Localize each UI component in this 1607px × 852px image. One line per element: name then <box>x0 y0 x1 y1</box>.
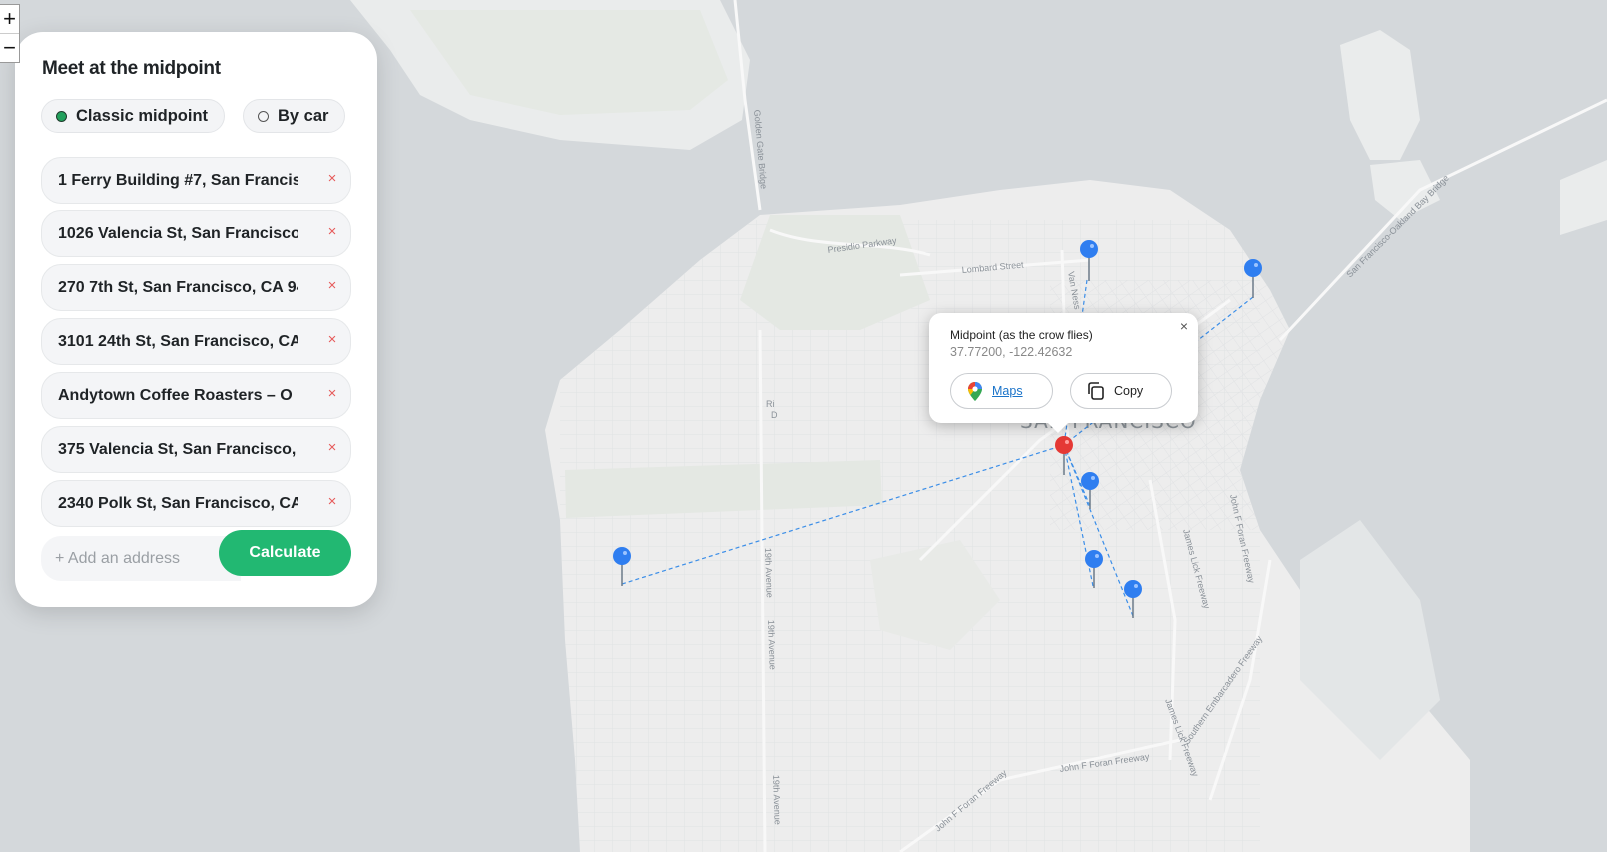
radio-selected-icon[interactable] <box>56 110 67 122</box>
zoom-out-button[interactable]: − <box>0 33 19 62</box>
address-item[interactable]: 270 7th St, San Francisco, CA 94103 × <box>41 264 351 311</box>
midpoint-panel: Meet at the midpoint Classic midpoint By… <box>15 32 377 607</box>
address-text: 375 Valencia St, San Francisco, CA 94103 <box>58 441 298 458</box>
copy-icon <box>1088 382 1104 400</box>
address-item[interactable]: 1 Ferry Building #7, San Francisco, CA 9… <box>41 157 351 204</box>
address-text: 1 Ferry Building #7, San Francisco, CA 9… <box>58 172 298 189</box>
label-nineteenth-2: 19th Avenue <box>766 620 778 670</box>
remove-address-icon[interactable]: × <box>324 278 340 294</box>
panel-title: Meet at the midpoint <box>42 58 221 79</box>
popup-coordinates: 37.77200, -122.42632 <box>950 345 1073 359</box>
google-maps-icon <box>968 381 982 401</box>
copy-label: Copy <box>1114 384 1144 398</box>
label-d: D <box>771 410 778 420</box>
mode-by-car[interactable]: By car <box>243 99 345 133</box>
address-item[interactable]: 1026 Valencia St, San Francisco, CA 9411… <box>41 210 351 257</box>
remove-address-icon[interactable]: × <box>324 494 340 510</box>
address-item[interactable]: Andytown Coffee Roasters – O × <box>41 372 351 419</box>
address-text: 2340 Polk St, San Francisco, CA 94109 <box>58 495 298 512</box>
label-ri: Ri <box>766 399 775 409</box>
mode-label: By car <box>278 106 329 125</box>
zoom-in-button[interactable]: + <box>0 5 19 33</box>
address-item[interactable]: 375 Valencia St, San Francisco, CA 94103… <box>41 426 351 473</box>
address-text: 3101 24th St, San Francisco, CA 94110 <box>58 333 298 350</box>
calculate-button[interactable]: Calculate <box>219 530 351 576</box>
maps-link[interactable]: Maps <box>992 384 1023 398</box>
address-item[interactable]: 3101 24th St, San Francisco, CA 94110 × <box>41 318 351 365</box>
remove-address-icon[interactable]: × <box>324 171 340 187</box>
address-item[interactable]: 2340 Polk St, San Francisco, CA 94109 × <box>41 480 351 527</box>
label-nineteenth-1: 19th Avenue <box>763 548 775 598</box>
remove-address-icon[interactable]: × <box>324 440 340 456</box>
remove-address-icon[interactable]: × <box>324 386 340 402</box>
remove-address-icon[interactable]: × <box>324 332 340 348</box>
mode-classic-midpoint[interactable]: Classic midpoint <box>41 99 225 133</box>
label-nineteenth-3: 19th Avenue <box>771 775 783 825</box>
address-text: Andytown Coffee Roasters – O <box>58 387 293 404</box>
add-address-input[interactable] <box>41 536 241 581</box>
popup-close-icon[interactable]: × <box>1180 318 1188 334</box>
popup-title: Midpoint (as the crow flies) <box>950 328 1093 342</box>
address-text: 270 7th St, San Francisco, CA 94103 <box>58 279 298 296</box>
zoom-control: + − <box>0 4 20 63</box>
address-text: 1026 Valencia St, San Francisco, CA 9411… <box>58 225 298 242</box>
open-maps-button[interactable]: Maps <box>950 373 1053 409</box>
mode-label: Classic midpoint <box>76 106 209 125</box>
remove-address-icon[interactable]: × <box>324 224 340 240</box>
copy-coordinates-button[interactable]: Copy <box>1070 373 1172 409</box>
midpoint-popup: Midpoint (as the crow flies) 37.77200, -… <box>929 313 1198 433</box>
radio-unselected-icon[interactable] <box>258 110 269 122</box>
